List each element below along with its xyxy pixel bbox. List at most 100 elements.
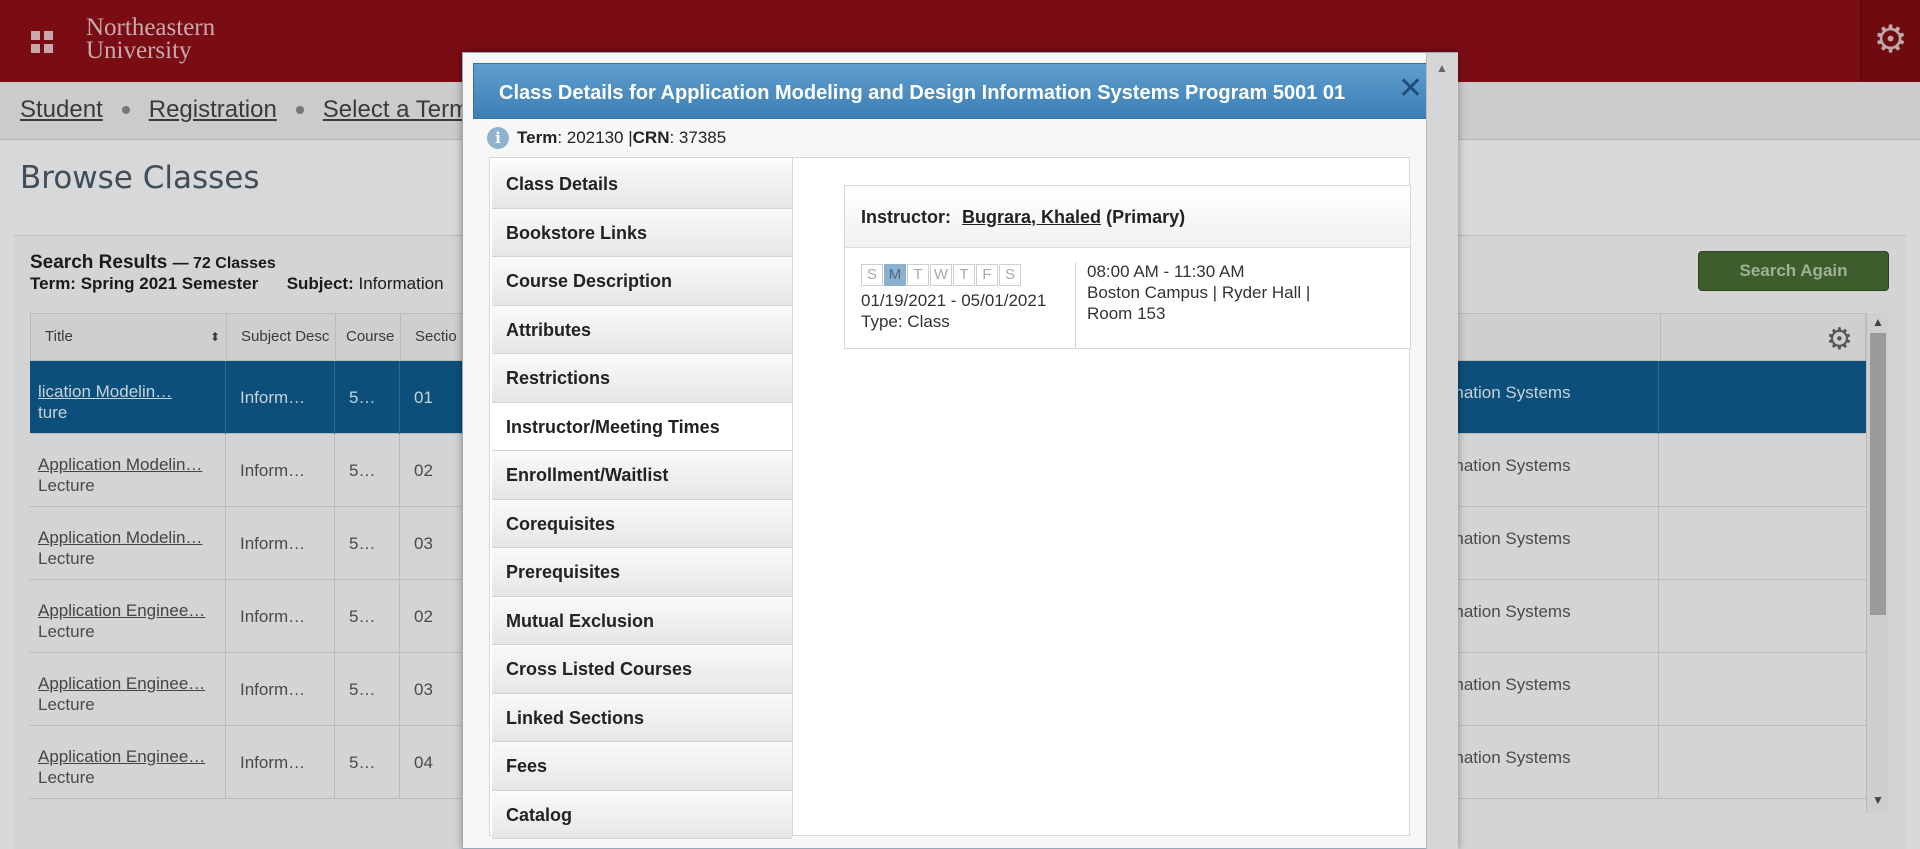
close-icon[interactable]: ✕ <box>1398 74 1423 104</box>
results-title: Search Results <box>30 252 168 273</box>
row-course-cell: 5… <box>335 726 400 799</box>
schedule-type: ture <box>38 403 68 422</box>
breadcrumb-select-term[interactable]: Select a Term <box>323 96 469 124</box>
day-box: S <box>861 264 883 286</box>
instructor-header: Instructor: Bugrara, Khaled (Primary) <box>845 186 1410 248</box>
info-icon: i <box>487 127 509 149</box>
scrollbar-thumb[interactable] <box>1870 333 1886 615</box>
tab-class-details[interactable]: Class Details <box>492 160 792 209</box>
dialog-scroll-up-icon[interactable]: ▲ <box>1436 61 1448 75</box>
tab-attributes[interactable]: Attributes <box>492 305 792 354</box>
row-subject-cell: Inform… <box>226 580 335 653</box>
row-section-cell: 04 <box>400 726 470 799</box>
breadcrumb-separator <box>295 106 304 114</box>
subject-label: Subject: <box>286 274 354 293</box>
row-extra-cell <box>1659 361 1866 434</box>
dialog-scrollbar[interactable]: ▲ <box>1426 53 1458 849</box>
day-box: M <box>884 264 906 286</box>
dialog-title: Class Details for Application Modeling a… <box>499 82 1346 104</box>
search-again-button[interactable]: Search Again <box>1698 251 1889 291</box>
tab-restrictions[interactable]: Restrictions <box>492 354 792 403</box>
course-title-link[interactable]: Application Enginee… <box>38 746 225 767</box>
row-extra-cell <box>1659 507 1866 580</box>
tab-corequisites[interactable]: Corequisites <box>492 499 792 548</box>
tab-course-description[interactable]: Course Description <box>492 257 792 306</box>
row-course-cell: 5… <box>335 434 400 507</box>
row-title-cell: Application Enginee… Lecture <box>30 653 226 726</box>
tab-bookstore-links[interactable]: Bookstore Links <box>492 208 792 257</box>
scroll-down-arrow-icon[interactable]: ▼ <box>1872 793 1884 807</box>
details-tab-list: Class Details Bookstore Links Course Descr… <box>492 160 792 839</box>
row-course-cell: 5… <box>335 580 400 653</box>
table-scrollbar[interactable]: ▲ ▼ <box>1866 313 1888 813</box>
instructor-name-link[interactable]: Bugrara, Khaled <box>962 207 1101 227</box>
tab-mutual-exclusion[interactable]: Mutual Exclusion <box>492 596 792 645</box>
meeting-divider <box>1075 262 1076 348</box>
row-subject-cell: Inform… <box>226 507 335 580</box>
crn-label: CRN <box>632 128 670 147</box>
term-value: : 202130 | <box>557 128 633 147</box>
row-title-cell: Application Modelin… Lecture <box>30 434 226 507</box>
tab-prerequisites[interactable]: Prerequisites <box>492 548 792 597</box>
term-subject-line: Term: Spring 2021 Semester Subject: Info… <box>30 274 444 294</box>
schedule-type: Lecture <box>38 768 95 787</box>
breadcrumb-student[interactable]: Student <box>20 96 103 124</box>
row-section-cell: 01 <box>400 361 470 434</box>
tab-divider <box>792 158 793 835</box>
row-section-cell: 03 <box>400 653 470 726</box>
tab-instructor-meeting-times[interactable]: Instructor/Meeting Times <box>492 402 792 451</box>
schedule-type: Lecture <box>38 476 95 495</box>
breadcrumb-separator <box>121 106 130 114</box>
logo-line-1: Northeastern <box>86 14 216 41</box>
row-attribute-cell: rmation Systems <box>1430 580 1659 653</box>
course-title-link[interactable]: Application Enginee… <box>38 673 225 694</box>
row-section-cell: 02 <box>400 580 470 653</box>
day-box: T <box>953 264 975 286</box>
meeting-dates: 01/19/2021 - 05/01/2021 <box>861 291 1047 310</box>
settings-gear-icon[interactable]: ⚙ <box>1860 0 1920 82</box>
course-title-link[interactable]: Application Enginee… <box>38 600 225 621</box>
course-title-link[interactable]: Application Modelin… <box>38 527 225 548</box>
breadcrumb-registration[interactable]: Registration <box>149 96 277 124</box>
column-header-title[interactable]: Title ⬍ <box>31 314 227 362</box>
column-header-course[interactable]: Course <box>336 314 401 362</box>
instructor-card: Instructor: Bugrara, Khaled (Primary) SM… <box>844 185 1411 349</box>
instructor-label: Instructor: <box>861 207 951 227</box>
row-section-cell: 02 <box>400 434 470 507</box>
column-divider <box>1660 314 1661 362</box>
row-subject-cell: Inform… <box>226 653 335 726</box>
row-title-cell: lication Modelin… ture <box>30 361 226 434</box>
term-label: Term <box>517 128 558 147</box>
tab-catalog[interactable]: Catalog <box>492 790 792 839</box>
table-settings-gear-icon[interactable]: ⚙ <box>1826 322 1853 357</box>
tab-enrollment-waitlist[interactable]: Enrollment/Waitlist <box>492 451 792 500</box>
meeting-location: Boston Campus | Ryder Hall | <box>1087 283 1311 302</box>
subject-value: Information <box>358 274 444 293</box>
scroll-up-arrow-icon[interactable]: ▲ <box>1872 315 1884 329</box>
search-results-heading: Search Results — 72 Classes <box>30 252 276 274</box>
course-title-link[interactable]: Application Modelin… <box>38 454 225 475</box>
row-subject-cell: Inform… <box>226 361 335 434</box>
tab-cross-listed-courses[interactable]: Cross Listed Courses <box>492 645 792 694</box>
row-title-cell: Application Modelin… Lecture <box>30 507 226 580</box>
column-header-subject[interactable]: Subject Desc <box>227 314 336 362</box>
row-course-cell: 5… <box>335 507 400 580</box>
meeting-time-location: 08:00 AM - 11:30 AM Boston Campus | Ryde… <box>1087 261 1347 324</box>
course-title-link[interactable]: lication Modelin… <box>38 381 225 402</box>
row-attribute-cell: rmation Systems <box>1430 434 1659 507</box>
crn-value: : 37385 <box>669 128 727 147</box>
class-details-dialog: Class Details for Application Modeling a… <box>462 52 1458 849</box>
app-grid-icon[interactable] <box>31 31 53 53</box>
day-box: S <box>999 264 1021 286</box>
row-extra-cell <box>1659 580 1866 653</box>
column-header-section[interactable]: Sectio <box>401 314 471 362</box>
row-title-cell: Application Enginee… Lecture <box>30 726 226 799</box>
row-course-cell: 5… <box>335 653 400 726</box>
tab-fees[interactable]: Fees <box>492 742 792 791</box>
tab-linked-sections[interactable]: Linked Sections <box>492 693 792 742</box>
page-title: Browse Classes <box>20 160 260 196</box>
dialog-header: Class Details for Application Modeling a… <box>473 63 1433 119</box>
schedule-type: Lecture <box>38 622 95 641</box>
university-logo[interactable]: Northeastern University <box>86 14 216 63</box>
row-attribute-cell: rmation Systems <box>1430 726 1659 799</box>
